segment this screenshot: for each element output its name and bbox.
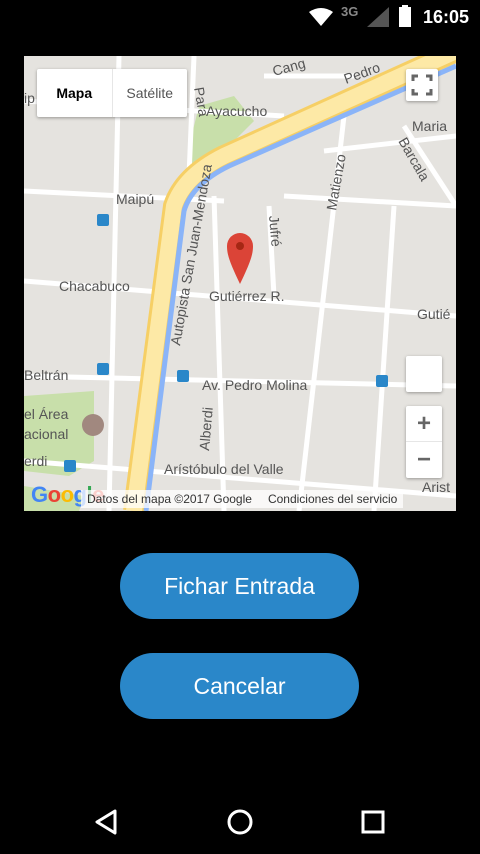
street-label: Arístóbulo del Valle [164, 461, 284, 477]
street-label: acional [24, 426, 68, 442]
street-label: Gutiérrez R. [209, 288, 284, 304]
map-view[interactable]: ip Ayacucho Para Cang Pedro Maria Barcal… [24, 56, 456, 511]
signal-icon [367, 7, 389, 27]
network-type: 3G [341, 4, 359, 19]
pegman-button[interactable] [406, 356, 442, 392]
cancel-button[interactable]: Cancelar [120, 653, 359, 719]
street-label: Av. Pedro Molina [202, 377, 308, 393]
clock: 16:05 [422, 7, 469, 27]
clock-in-button[interactable]: Fichar Entrada [120, 553, 359, 619]
zoom-in-button[interactable]: + [406, 406, 442, 442]
street-label: ip [24, 90, 35, 106]
street-label: Chacabuco [59, 278, 130, 294]
zoom-control: + − [406, 406, 442, 478]
map-canvas: ip Ayacucho Para Cang Pedro Maria Barcal… [24, 56, 456, 511]
navigation-bar [0, 790, 480, 854]
street-label: erdi [24, 453, 47, 469]
street-label: el Área [24, 406, 69, 422]
battery-icon [399, 5, 411, 27]
wifi-icon [309, 8, 333, 26]
fullscreen-icon [411, 74, 433, 96]
terms-link[interactable]: Condiciones del servicio [268, 492, 397, 506]
recents-icon[interactable] [353, 802, 393, 842]
map-footer: Google Datos del mapa ©2017 GoogleCondic… [24, 482, 456, 511]
street-label: Alberdi [196, 406, 216, 451]
map-type-map-button[interactable]: Mapa [37, 69, 113, 117]
museum-icon [82, 414, 104, 436]
street-label: Jufré [266, 215, 285, 248]
street-label: Maria [412, 118, 447, 134]
street-label: Beltrán [24, 367, 68, 383]
zoom-out-button[interactable]: − [406, 442, 442, 478]
status-bar: 3G 16:05 [0, 0, 480, 34]
fullscreen-button[interactable] [406, 69, 438, 101]
location-marker-icon [227, 233, 253, 284]
home-icon[interactable] [220, 802, 260, 842]
street-label: Ayacucho [206, 103, 267, 119]
back-icon[interactable] [87, 802, 127, 842]
map-data-credit: Datos del mapa ©2017 Google [87, 492, 252, 506]
map-type-satellite-button[interactable]: Satélite [113, 69, 188, 117]
street-label: Maipú [116, 191, 154, 207]
street-label: Matienzo [323, 153, 349, 212]
map-type-control: Mapa Satélite [37, 69, 187, 117]
street-label: Gutié [417, 306, 451, 322]
map-attribution: Datos del mapa ©2017 Google Condiciones d… [81, 490, 404, 508]
